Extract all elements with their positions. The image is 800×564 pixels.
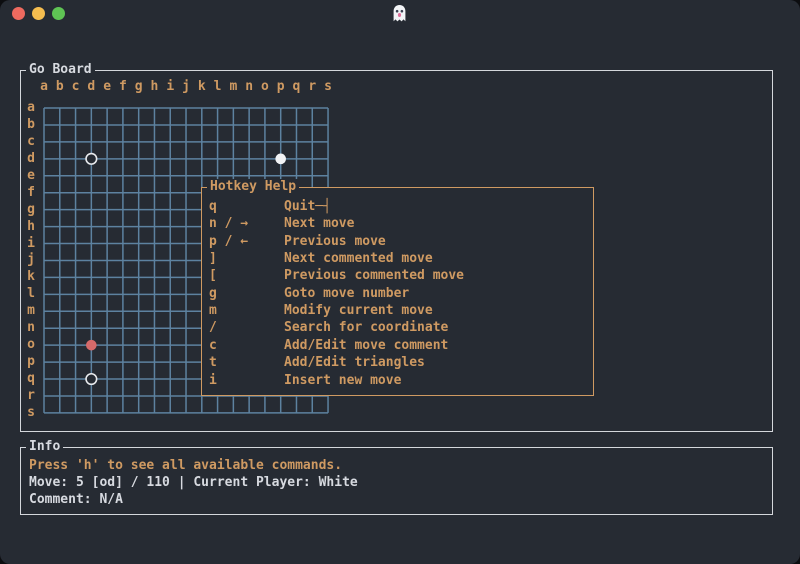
hotkey-key: ] <box>209 251 217 267</box>
column-label-b: b <box>55 79 64 94</box>
column-label-n: n <box>245 79 254 94</box>
info-comment: Comment: N/A <box>29 492 123 507</box>
stone-white-filled-pd <box>275 153 286 165</box>
column-label-h: h <box>150 79 159 94</box>
hotkey-help-title: Hotkey Help <box>207 179 300 195</box>
column-label-o: o <box>260 79 269 94</box>
column-label-l: l <box>213 79 222 94</box>
hotkey-key: [ <box>209 268 217 284</box>
hotkey-row: g Goto move number <box>202 286 593 302</box>
hotkey-row: ] Next commented move <box>202 251 593 267</box>
hotkey-action: Modify current move <box>284 303 433 319</box>
ghost-icon <box>391 4 408 23</box>
hotkey-key: t <box>209 355 217 371</box>
zoom-button[interactable] <box>52 7 65 20</box>
hotkey-action: Search for coordinate <box>284 320 449 336</box>
column-label-i: i <box>166 79 175 94</box>
column-label-s: s <box>324 79 332 94</box>
hotkey-row: q Quit─┤ <box>202 199 593 215</box>
hotkey-action: Add/Edit triangles <box>284 355 425 371</box>
hotkey-action: Next commented move <box>284 251 433 267</box>
hotkey-key: i <box>209 372 217 388</box>
hotkey-key: q <box>209 199 217 214</box>
hotkey-key: p / ← <box>209 233 249 249</box>
hotkey-action: Previous commented move <box>284 268 465 284</box>
hotkey-help-panel: Hotkey Help q Quit─┤ n / → Next move p / ← Pr… <box>201 179 594 396</box>
hotkey-row: c Add/Edit move comment <box>202 338 593 354</box>
hotkey-key: g <box>209 285 217 301</box>
hotkey-action: Previous move <box>284 233 386 249</box>
column-label-e: e <box>103 79 112 94</box>
hotkey-row: i Insert new move <box>202 373 593 389</box>
hotkey-row: t Add/Edit triangles <box>202 355 593 371</box>
column-label-j: j <box>182 79 190 94</box>
column-label-f: f <box>118 79 127 94</box>
column-label-p: p <box>276 79 285 94</box>
stone-hollow-circle-dq <box>85 372 98 386</box>
column-label-r: r <box>308 79 317 94</box>
go-board-panel-title: Go Board <box>26 62 95 78</box>
column-label-a: a <box>40 79 48 94</box>
column-label-g: g <box>134 79 143 94</box>
hotkey-row: [ Previous commented move <box>202 268 593 284</box>
hotkey-action: Next move <box>284 216 355 232</box>
hotkey-action: Insert new move <box>284 372 402 388</box>
stone-hollow-circle-dd <box>85 152 98 165</box>
info-panel: Info Press 'h' to see all available comm… <box>20 439 773 515</box>
hotkey-action: Add/Edit move comment <box>284 337 449 353</box>
hotkey-key: m <box>209 303 217 319</box>
column-label-m: m <box>229 79 238 94</box>
hotkey-action: Quit─┤ <box>284 199 331 214</box>
column-label-q: q <box>292 79 301 94</box>
stone-red-filled-do <box>86 339 97 351</box>
hotkey-row: n / → Next move <box>202 216 593 232</box>
hotkey-row: p / ← Previous move <box>202 234 593 250</box>
column-label-c: c <box>71 79 80 94</box>
hotkey-key: c <box>209 337 217 353</box>
hotkey-row: m Modify current move <box>202 303 593 319</box>
titlebar <box>0 0 800 28</box>
info-move-status: Move: 5 [od] / 110 | Current Player: Whi… <box>29 475 358 490</box>
minimize-button[interactable] <box>32 7 45 20</box>
hotkey-key: n / → <box>209 216 249 232</box>
terminal-window: Go Board abcdefghijklmnopqrs abcdefghijk… <box>0 0 800 564</box>
close-button[interactable] <box>12 7 25 20</box>
column-label-k: k <box>197 79 206 94</box>
hotkey-key: / <box>209 320 217 336</box>
hotkey-action: Goto move number <box>284 285 410 301</box>
info-panel-title: Info <box>26 439 64 455</box>
hotkey-row: / Search for coordinate <box>202 320 593 336</box>
info-hint: Press 'h' to see all available commands. <box>29 458 343 473</box>
column-label-d: d <box>87 79 96 94</box>
